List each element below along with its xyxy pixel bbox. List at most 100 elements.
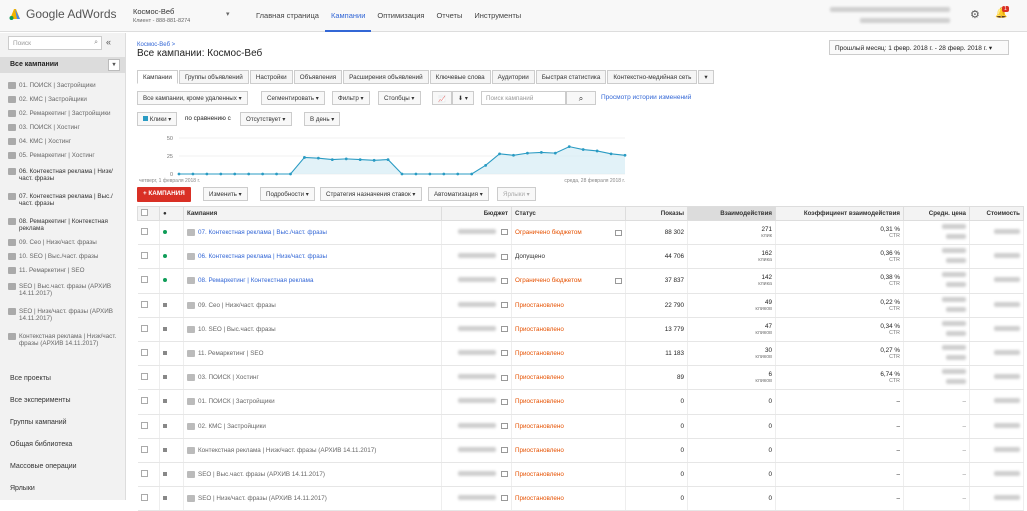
sidebar-all-projects[interactable]: Все проекты: [10, 375, 51, 382]
row-state-cell[interactable]: [159, 341, 184, 367]
row-state-cell[interactable]: [159, 462, 184, 488]
campaign-name-link[interactable]: SEO | Выс.част. фразы (АРХИВ 14.11.2017): [198, 471, 325, 478]
enabled-status-icon[interactable]: [163, 230, 167, 235]
tab-keywords[interactable]: Ключевые слова: [429, 70, 491, 84]
edit-budget-icon[interactable]: [501, 422, 508, 429]
budget-cell[interactable]: [441, 438, 512, 463]
budget-cell[interactable]: [441, 268, 512, 294]
table-row[interactable]: 07. Контекстная реклама | Выс./част. фра…: [137, 220, 1024, 246]
tab-settings[interactable]: Настройки: [249, 70, 293, 84]
row-state-cell[interactable]: [159, 438, 184, 463]
automation-dropdown[interactable]: Автоматизация ▾: [428, 187, 489, 201]
clicks-data-point[interactable]: [247, 172, 251, 176]
sidebar-item-campaign[interactable]: 06. Контекстная реклама | Низк/част. фра…: [0, 168, 126, 182]
nav-optimization[interactable]: Оптимизация: [371, 0, 430, 32]
sidebar-item-campaign[interactable]: 01. ПОИСК | Застройщики: [0, 82, 126, 89]
labels-dropdown[interactable]: Ярлыки ▾: [497, 187, 536, 201]
row-checkbox[interactable]: [140, 373, 148, 381]
edit-budget-icon[interactable]: [501, 447, 508, 454]
filter-dropdown[interactable]: Фильтр ▾: [332, 91, 370, 105]
sidebar-item-campaign[interactable]: Контекстная реклама | Низк/част. фразы (…: [0, 333, 126, 347]
edit-budget-icon[interactable]: [501, 229, 508, 236]
clicks-data-point[interactable]: [470, 172, 474, 176]
row-checkbox[interactable]: [140, 469, 148, 477]
tab-ad-groups[interactable]: Группы объявлений: [178, 70, 249, 84]
columns-dropdown[interactable]: Столбцы ▾: [378, 91, 421, 105]
header-status[interactable]: Статус: [511, 206, 626, 221]
tab-more-dropdown[interactable]: ▾: [698, 70, 714, 84]
row-select-cell[interactable]: [137, 317, 160, 342]
clicks-data-point[interactable]: [344, 157, 348, 161]
sidebar-item-campaign[interactable]: 07. Контекстная реклама | Выс./част. фра…: [0, 193, 126, 207]
nav-reports[interactable]: Отчеты: [430, 0, 468, 32]
clicks-data-point[interactable]: [316, 156, 320, 160]
sidebar-item-campaign[interactable]: 09. Сео | Низк/част. фразы: [0, 239, 126, 246]
row-select-cell[interactable]: [137, 462, 160, 488]
gear-icon[interactable]: ⚙: [970, 8, 980, 21]
budget-cell[interactable]: [441, 220, 512, 246]
table-row[interactable]: 10. SEO | Выс.част. фразы Приостановлено…: [137, 317, 1024, 342]
tab-ads[interactable]: Объявления: [293, 70, 343, 84]
row-checkbox[interactable]: [140, 494, 148, 502]
table-row[interactable]: 09. Сео | Низк/част. фразы Приостановлен…: [137, 293, 1024, 318]
clicks-data-point[interactable]: [261, 172, 265, 176]
budget-cell[interactable]: [441, 317, 512, 342]
budget-cell[interactable]: [441, 389, 512, 415]
clicks-data-point[interactable]: [484, 163, 488, 167]
nav-campaigns[interactable]: Кампании: [324, 0, 372, 32]
row-state-cell[interactable]: [159, 365, 184, 391]
clicks-data-point[interactable]: [372, 158, 376, 162]
clicks-data-point[interactable]: [595, 149, 599, 153]
row-select-cell[interactable]: [137, 389, 160, 415]
sidebar-item-campaign[interactable]: 02. КМС | Застройщики: [0, 96, 126, 103]
row-select-cell[interactable]: [137, 365, 160, 391]
row-state-cell[interactable]: [159, 317, 184, 342]
sidebar-labels[interactable]: Ярлыки: [10, 485, 35, 492]
edit-budget-icon[interactable]: [501, 374, 508, 381]
clicks-data-point[interactable]: [330, 158, 334, 161]
budget-cell[interactable]: [441, 414, 512, 439]
row-select-cell[interactable]: [137, 486, 160, 511]
campaign-name-link[interactable]: 02. КМС | Застройщики: [198, 423, 266, 430]
header-status-dot[interactable]: ●: [159, 206, 184, 221]
table-row[interactable]: 01. ПОИСК | Застройщики Приостановлено 0 0…: [137, 389, 1024, 415]
row-select-cell[interactable]: [137, 268, 160, 294]
change-history-link[interactable]: Просмотр истории изменений: [601, 94, 691, 101]
adwords-logo[interactable]: Google AdWords: [8, 7, 117, 21]
header-interaction-rate[interactable]: Коэффициент взаимодействия: [775, 206, 904, 221]
sidebar-bulk-operations[interactable]: Массовые операции: [10, 463, 77, 470]
header-impressions[interactable]: Показы: [625, 206, 688, 221]
paused-status-icon[interactable]: [163, 351, 167, 356]
clicks-data-point[interactable]: [553, 151, 557, 155]
campaign-name-link[interactable]: 06. Контекстная реклама | Низк/част. фра…: [198, 253, 327, 260]
paused-status-icon[interactable]: [163, 302, 167, 307]
row-checkbox[interactable]: [140, 421, 148, 429]
clicks-data-point[interactable]: [567, 145, 571, 149]
campaign-name-link[interactable]: 01. ПОИСК | Застройщики: [198, 398, 275, 405]
row-state-cell[interactable]: [159, 244, 184, 270]
table-row[interactable]: 03. ПОИСК | Хостинг Приостановлено 89 6 кли…: [137, 365, 1024, 391]
table-row[interactable]: 06. Контекстная реклама | Низк/част. фра…: [137, 244, 1024, 270]
paused-status-icon[interactable]: [163, 375, 167, 380]
nav-home[interactable]: Главная страница: [250, 0, 325, 32]
budget-cell[interactable]: [441, 293, 512, 318]
sidebar-item-campaign[interactable]: 08. Ремаркетинг | Контекстная реклама: [0, 218, 126, 232]
select-all-checkbox[interactable]: [141, 209, 148, 216]
campaign-name-link[interactable]: 08. Ремаркетинг | Контекстная реклама: [198, 278, 314, 285]
clicks-data-point[interactable]: [498, 152, 501, 156]
row-checkbox[interactable]: [140, 276, 148, 284]
row-checkbox[interactable]: [140, 228, 148, 236]
campaign-name-link[interactable]: 10. SEO | Выс.част. фразы: [198, 326, 276, 333]
row-select-cell[interactable]: [137, 220, 160, 246]
chevron-down-icon[interactable]: ▾: [108, 59, 120, 71]
tab-display-network[interactable]: Контекстно-медийная сеть: [607, 70, 698, 84]
sidebar-item-campaign[interactable]: 05. Ремаркетинг | Хостинг: [0, 152, 126, 159]
budget-cell[interactable]: [441, 244, 512, 270]
clicks-data-point[interactable]: [400, 172, 404, 176]
row-checkbox[interactable]: [140, 300, 148, 308]
row-state-cell[interactable]: [159, 389, 184, 415]
table-row[interactable]: Контекстная реклама | Низк/част. фразы (…: [137, 438, 1024, 463]
clicks-data-point[interactable]: [177, 172, 181, 176]
row-state-cell[interactable]: [159, 220, 184, 246]
clicks-data-point[interactable]: [428, 172, 432, 176]
